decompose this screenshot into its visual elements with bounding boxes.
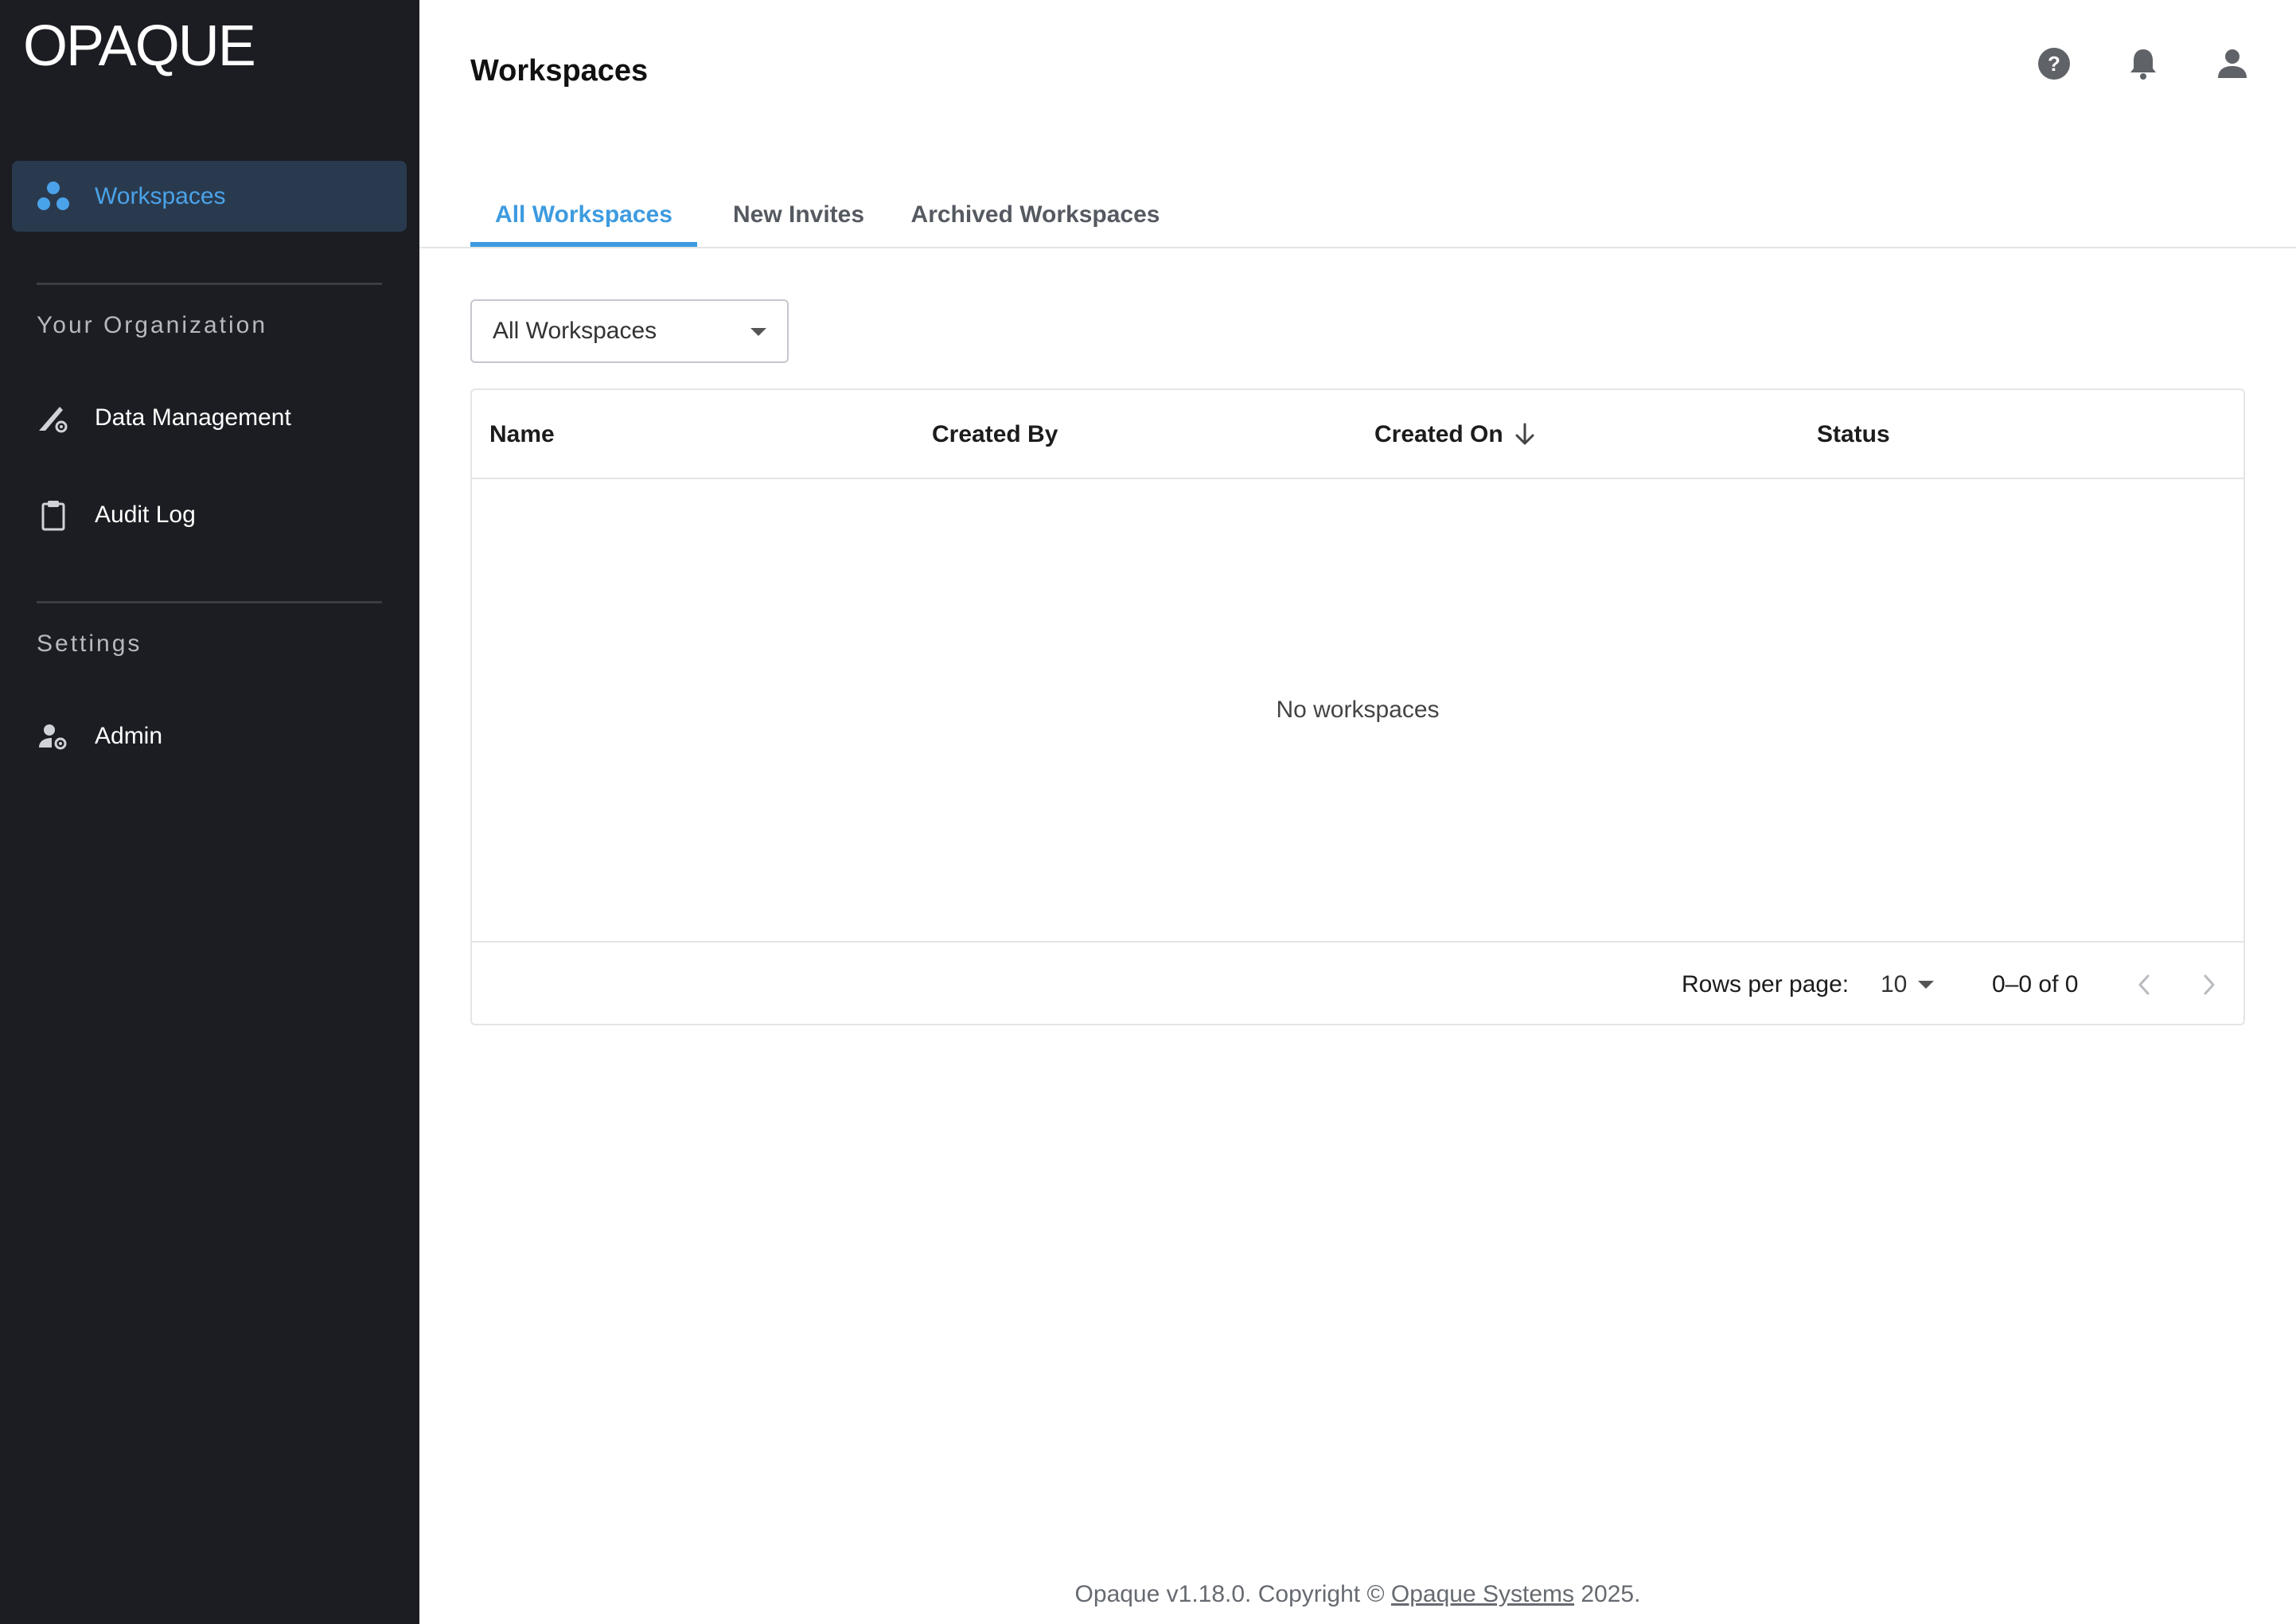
rows-per-page-select[interactable]: 10 [1881,943,1935,1027]
account-icon[interactable] [2210,41,2255,86]
clipboard-icon [36,498,71,533]
app-root: OPAQUE Workspaces Your Organization Data… [0,0,2296,1624]
chevron-right-icon [2204,974,2215,995]
column-header-status[interactable]: Status [1817,390,1890,479]
sidebar-item-workspaces[interactable]: Workspaces [12,161,407,232]
sidebar-item-admin[interactable]: Admin [12,701,407,771]
chevron-down-icon [1918,981,1935,989]
table-header: Name Created By Created On Status [472,390,2243,479]
workspace-filter-select[interactable]: All Workspaces [470,299,789,363]
footer-prefix: Opaque v1.18.0. Copyright © [1074,1581,1385,1607]
column-header-label: Created On [1374,421,1503,447]
help-icon[interactable]: ? [2032,41,2076,86]
section-label-settings: Settings [37,630,142,657]
sidebar-item-label: Data Management [95,404,291,431]
sidebar-item-audit-log[interactable]: Audit Log [12,479,407,550]
sidebar-item-label: Admin [95,722,163,749]
column-header-created-by[interactable]: Created By [932,390,1058,479]
sidebar-item-label: Audit Log [95,501,196,528]
data-management-icon [36,400,71,435]
logo: OPAQUE [23,14,256,78]
sidebar-item-label: Workspaces [95,182,226,209]
admin-settings-icon [36,719,71,754]
chevron-left-icon [2138,974,2150,995]
pagination-range: 0–0 of 0 [1992,971,2079,997]
column-header-name[interactable]: Name [489,390,555,479]
notifications-icon[interactable] [2121,41,2165,86]
workspaces-table: Name Created By Created On Status No wor… [470,388,2245,1025]
tabs-divider [419,247,2296,248]
sidebar-divider [37,283,382,285]
sidebar: OPAQUE Workspaces Your Organization Data… [0,0,419,1624]
footer-suffix: 2025. [1581,1581,1641,1607]
sidebar-item-data-management[interactable]: Data Management [12,382,407,453]
tab-archived-workspaces[interactable]: Archived Workspaces [900,183,1171,247]
page-title: Workspaces [470,54,649,88]
footer-copyright: Opaque v1.18.0. Copyright © Opaque Syste… [419,1581,2296,1608]
next-page-button[interactable] [2189,965,2228,1005]
sidebar-divider [37,601,382,603]
chevron-down-icon [750,328,766,336]
tab-new-invites[interactable]: New Invites [697,183,900,247]
column-header-label: Name [489,421,555,447]
rows-per-page-label: Rows per page: [1682,971,1850,997]
rows-per-page-value: 10 [1881,971,1908,997]
column-header-label: Created By [932,421,1058,447]
workspaces-icon [36,179,71,214]
workspace-filter-value: All Workspaces [493,318,657,344]
table-pagination: Rows per page: 10 0–0 of 0 [472,941,2243,1025]
arrow-down-icon[interactable] [1514,423,1535,447]
empty-state-message: No workspaces [1276,697,1440,723]
column-header-created-on[interactable]: Created On [1374,390,1535,479]
previous-page-button[interactable] [2125,965,2165,1005]
tab-all-workspaces[interactable]: All Workspaces [470,183,697,247]
column-header-label: Status [1817,421,1890,447]
section-label-organization: Your Organization [37,312,268,338]
footer-company-link[interactable]: Opaque Systems [1391,1581,1574,1607]
svg-text:?: ? [2048,52,2060,76]
